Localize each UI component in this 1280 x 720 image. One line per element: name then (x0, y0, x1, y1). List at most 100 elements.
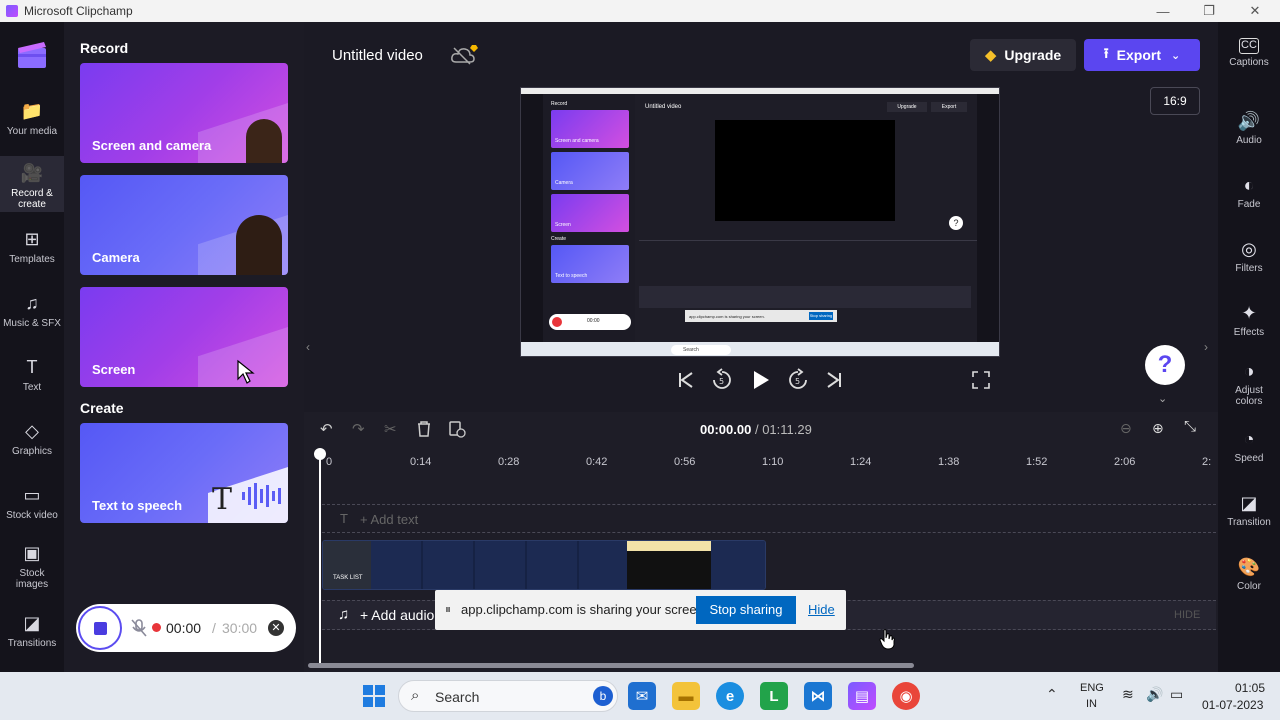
transition-tool[interactable]: ◪ Transition (1218, 492, 1280, 528)
file-explorer-icon[interactable]: ▬ (672, 682, 700, 710)
timeline-scrollbar[interactable] (308, 663, 914, 668)
screen-and-camera-card[interactable]: Screen and camera (80, 63, 288, 163)
export-button[interactable]: ⭱ Export ⌄ (1084, 39, 1200, 71)
effects-tool[interactable]: ✦ Effects (1218, 302, 1280, 338)
wifi-icon[interactable]: ≋ (1122, 686, 1134, 703)
mail-icon[interactable]: ✉ (628, 682, 656, 710)
rewind-5-icon[interactable]: 5 (710, 368, 734, 392)
zoom-out-icon[interactable]: ⊖ (1120, 420, 1132, 437)
track-divider (322, 504, 1216, 505)
close-button[interactable]: ✕ (1232, 0, 1278, 22)
stop-recording-button[interactable] (78, 606, 122, 650)
tool-label: Filters (1235, 263, 1263, 274)
clock-time[interactable]: 01:05 (1235, 681, 1265, 695)
chevron-down-icon[interactable]: ⌄ (1158, 392, 1167, 405)
volume-icon[interactable]: 🔊 (1146, 686, 1163, 703)
contrast-icon: ◑ (1243, 361, 1255, 381)
duplicate-icon[interactable] (448, 420, 466, 438)
nav-stock-images[interactable]: ▣ Stock images (0, 542, 64, 590)
time-tick: 1:24 (850, 456, 872, 468)
mini-rightbar (977, 94, 999, 342)
time-separator: / (754, 422, 759, 437)
region-indicator[interactable]: IN (1086, 698, 1097, 710)
stop-sharing-button[interactable]: Stop sharing (696, 596, 796, 624)
tool-label: Audio (1236, 135, 1262, 146)
text-track-icon: T (340, 511, 348, 526)
skip-forward-icon[interactable] (824, 370, 844, 390)
clock-date[interactable]: 01-07-2023 (1202, 698, 1263, 712)
undo-icon[interactable]: ↶ (320, 420, 333, 438)
magic-wand-icon: ✦ (1241, 303, 1257, 323)
fade-icon: ◐ (1243, 175, 1255, 195)
restore-button[interactable]: ❐ (1186, 0, 1232, 22)
video-clip[interactable]: TASK LIST (322, 540, 766, 590)
fit-timeline-icon[interactable]: ⤡ (1184, 418, 1196, 435)
add-audio-track[interactable]: + Add audio (360, 607, 434, 623)
close-recorder-icon[interactable]: ✕ (268, 620, 284, 636)
chevron-up-icon[interactable]: ⌃ (1046, 686, 1058, 703)
video-camera-icon: 🎥 (20, 163, 44, 183)
nav-graphics[interactable]: ◇ Graphics (0, 420, 64, 457)
fade-tool[interactable]: ◐ Fade (1218, 174, 1280, 210)
upgrade-button[interactable]: ◆ Upgrade (970, 39, 1076, 71)
language-indicator[interactable]: ENG (1080, 682, 1104, 694)
trash-icon[interactable] (416, 420, 432, 438)
nav-label: Templates (9, 254, 55, 265)
mini-record-heading: Record (551, 101, 568, 107)
audio-tool[interactable]: 🔊 Audio (1218, 110, 1280, 146)
camera-card[interactable]: Camera (80, 175, 288, 275)
redo-icon[interactable]: ↷ (352, 420, 365, 438)
project-title[interactable]: Untitled video (332, 47, 423, 64)
mouse-cursor-icon (237, 359, 255, 384)
skip-back-icon[interactable] (676, 370, 696, 390)
add-text-track[interactable]: + Add text (360, 512, 418, 527)
nav-your-media[interactable]: 📁 Your media (0, 100, 64, 137)
play-icon[interactable] (750, 368, 772, 392)
battery-icon[interactable]: ▭ (1170, 686, 1183, 703)
l-app-icon[interactable]: L (760, 682, 788, 710)
nav-music-sfx[interactable]: ♫ Music & SFX (0, 292, 64, 329)
cloud-sync-off-icon[interactable] (450, 44, 480, 66)
adjust-colors-tool[interactable]: ◑ Adjust colors (1218, 360, 1280, 407)
film-icon: ▭ (23, 485, 41, 505)
nav-templates[interactable]: ⊞ Templates (0, 228, 64, 265)
zoom-in-icon[interactable]: ⊕ (1152, 420, 1164, 437)
current-time: 00:00.00 (700, 422, 752, 437)
hide-sharing-link[interactable]: Hide (808, 602, 835, 617)
mini-export: Export (931, 102, 967, 112)
sharing-message: app.clipchamp.com is sharing your screen… (461, 602, 708, 617)
speed-tool[interactable]: ◔ Speed (1218, 428, 1280, 464)
fullscreen-icon[interactable] (972, 371, 990, 389)
microphone-muted-icon[interactable] (130, 618, 148, 638)
chrome-icon[interactable]: ◉ (892, 682, 920, 710)
minimize-button[interactable]: — (1140, 0, 1186, 22)
collapse-panel-icon[interactable]: ‹ (306, 340, 310, 354)
filters-tool[interactable]: ◎ Filters (1218, 238, 1280, 274)
hide-track-button[interactable]: HIDE (1174, 609, 1200, 621)
clipchamp-taskbar-icon[interactable]: ▤ (848, 682, 876, 710)
forward-5-icon[interactable]: 5 (786, 368, 810, 392)
nav-label: Text (22, 382, 42, 393)
nav-text[interactable]: T Text (0, 356, 64, 393)
record-heading: Record (80, 40, 129, 56)
vscode-icon[interactable]: ⋈ (804, 682, 832, 710)
templates-icon: ⊞ (24, 229, 40, 249)
screen-card[interactable]: Screen (80, 287, 288, 387)
clip-thumbnail (371, 541, 627, 589)
nav-record-create[interactable]: 🎥 Record & create (0, 156, 64, 212)
help-button[interactable]: ? (1145, 345, 1185, 385)
taskbar-search[interactable]: ⌕ Search b (398, 680, 618, 712)
collapse-properties-icon[interactable]: › (1204, 340, 1208, 354)
stop-icon (93, 621, 107, 635)
tool-label: Speed (1234, 453, 1264, 464)
aspect-ratio-button[interactable]: 16:9 (1150, 87, 1200, 115)
captions-tool[interactable]: CC Captions (1218, 38, 1280, 68)
text-to-speech-card[interactable]: T Text to speech (80, 423, 288, 523)
scissors-icon[interactable]: ✂ (384, 420, 397, 438)
windows-start-icon[interactable] (360, 682, 388, 710)
nav-stock-video[interactable]: ▭ Stock video (0, 484, 64, 521)
color-tool[interactable]: 🎨 Color (1218, 556, 1280, 592)
mini-card-label: Screen (555, 222, 571, 228)
edge-icon[interactable]: e (716, 682, 744, 710)
nav-transitions[interactable]: ◪ Transitions (0, 612, 64, 649)
